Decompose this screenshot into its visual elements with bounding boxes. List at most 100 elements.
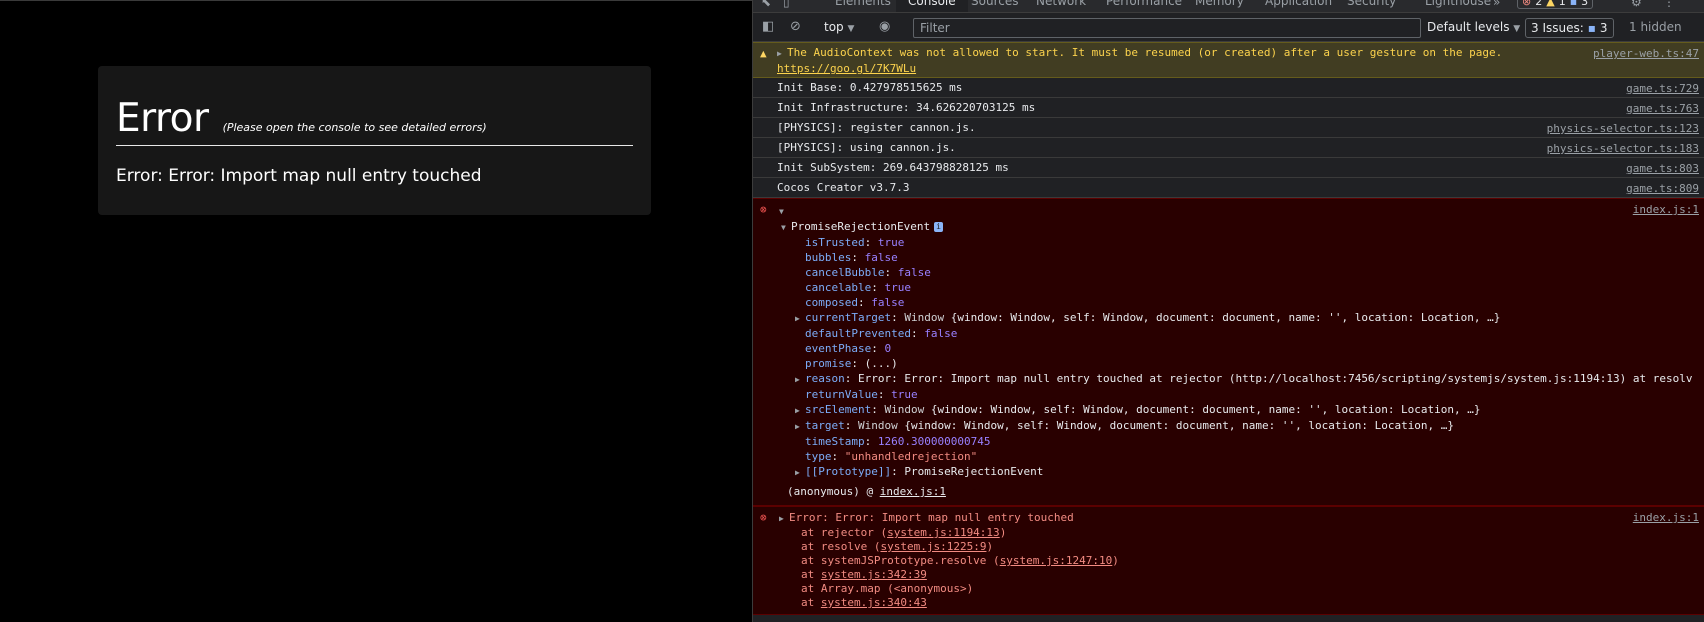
console-warning[interactable]: ▲ ▶ The AudioContext was not allowed to s…: [753, 42, 1704, 78]
prop-cancelBubble: cancelBubble: false: [805, 266, 931, 279]
anonymous-link[interactable]: index.js:1: [880, 485, 946, 498]
issues-button[interactable]: 3 Issues: ▪ 3: [1525, 18, 1614, 38]
tab-elements[interactable]: Elements: [835, 0, 891, 8]
warning-link[interactable]: https://goo.gl/7K7WLu: [777, 62, 916, 75]
issues-info-icon: ▪: [1587, 21, 1596, 35]
log-source[interactable]: game.ts:809: [1626, 181, 1699, 196]
tab-performance[interactable]: Performance: [1106, 0, 1182, 8]
info-count-icon: ▪: [1569, 0, 1578, 8]
inspect-icon[interactable]: ⬉: [761, 0, 771, 9]
context-select[interactable]: top ▼: [824, 20, 854, 34]
settings-icon[interactable]: ⚙: [1631, 0, 1642, 9]
console-log: [PHYSICS]: using cannon.js. physics-selec…: [753, 138, 1704, 158]
prop-eventPhase: eventPhase: 0: [805, 342, 892, 355]
console-log: Init Base: 0.427978515625 ms game.ts:729: [753, 78, 1704, 98]
log-source[interactable]: game.ts:803: [1626, 161, 1699, 176]
warning-count: 1: [1558, 0, 1566, 8]
log-source[interactable]: game.ts:729: [1626, 81, 1699, 96]
log-text: Init Infrastructure: 34.626220703125 ms: [777, 101, 1036, 114]
chevron-down-icon: ▼: [847, 24, 855, 34]
prop-target[interactable]: ▶ target: Window {window: Window, self: W…: [753, 418, 1605, 434]
tab-console[interactable]: Console: [896, 0, 968, 12]
prop-promise[interactable]: promise: (...): [753, 356, 1605, 371]
prop-type: type: "unhandledrejection": [805, 450, 978, 463]
prop-cancelable: cancelable: true: [805, 281, 911, 294]
more-options-icon[interactable]: ⋮: [1663, 0, 1675, 9]
device-toggle-icon[interactable]: ▯: [783, 0, 790, 9]
prop-timeStamp: timeStamp: 1260.300000000745: [805, 435, 991, 448]
rejection-collapse[interactable]: ▼: [753, 203, 1605, 219]
log-text: [PHYSICS]: register cannon.js.: [777, 121, 976, 134]
clear-console-icon[interactable]: ⊘: [790, 19, 801, 34]
tab-application[interactable]: Application: [1265, 0, 1332, 8]
warning-source[interactable]: player-web.ts:47: [1593, 46, 1699, 61]
console-log: Init Infrastructure: 34.626220703125 ms g…: [753, 98, 1704, 118]
log-text: Init SubSystem: 269.643798828125 ms: [777, 161, 1009, 174]
stack-frame: at resolve (system.js:1225:9): [801, 540, 994, 553]
hidden-messages-count: 1 hidden: [1629, 20, 1682, 34]
issues-label: 3 Issues:: [1531, 21, 1584, 35]
stack-link[interactable]: system.js:340:43: [821, 596, 927, 609]
warning-count-icon: ▲: [1546, 0, 1555, 8]
error-count-icon: ⊗: [1522, 0, 1532, 8]
info-badge-icon[interactable]: i: [934, 222, 943, 232]
stack-link[interactable]: system.js:342:39: [821, 568, 927, 581]
tab-sources[interactable]: Sources: [971, 0, 1018, 8]
console-error-stack: ⊗ index.js:1 ▶ Error: Error: Import map n…: [753, 506, 1704, 615]
expand-triangle-icon[interactable]: ▶: [777, 46, 787, 61]
error-count: 2: [1535, 0, 1543, 8]
error-message-row[interactable]: ▶ Error: Error: Import map null entry tou…: [753, 510, 1605, 526]
prop-reason[interactable]: ▶ reason: Error: Error: Import map null e…: [753, 371, 1692, 387]
stack-frame: at systemJSPrototype.resolve (system.js:…: [801, 554, 1119, 567]
stack-link[interactable]: system.js:1194:13: [887, 526, 1000, 539]
anonymous-callsite: (anonymous) @ index.js:1: [787, 485, 946, 498]
prop-srcElement[interactable]: ▶ srcElement: Window {window: Window, sel…: [753, 402, 1605, 418]
rejection-source[interactable]: index.js:1: [1633, 202, 1699, 217]
log-text: [PHYSICS]: using cannon.js.: [777, 141, 956, 154]
prop-currentTarget[interactable]: ▶ currentTarget: Window {window: Window, …: [753, 310, 1605, 326]
event-name: PromiseRejectionEvent: [791, 220, 931, 233]
filter-input[interactable]: [913, 18, 1421, 38]
prop-isTrusted: isTrusted: true: [805, 236, 905, 249]
error-heading: Error (Please open the console to see de…: [116, 96, 633, 146]
console-error-rejection: ⊗ index.js:1 ▼ ▼ PromiseRejectionEvent i i…: [753, 198, 1704, 506]
game-canvas: Error (Please open the console to see de…: [0, 0, 752, 622]
error-icon: ⊗: [760, 203, 767, 216]
issue-counters[interactable]: ⊗ 2 ▲ 1 ▪ 3: [1517, 0, 1594, 9]
more-tabs-icon[interactable]: »: [1493, 0, 1500, 9]
prop-defaultPrevented: defaultPrevented: false: [805, 327, 958, 340]
event-header[interactable]: ▼ PromiseRejectionEvent i: [753, 219, 1605, 235]
log-levels-select[interactable]: Default levels ▼: [1427, 20, 1520, 34]
stack-frame: at Array.map (<anonymous>): [801, 582, 974, 595]
info-count: 3: [1581, 0, 1589, 8]
console-log: [PHYSICS]: register cannon.js. physics-se…: [753, 118, 1704, 138]
tab-security[interactable]: Security: [1347, 0, 1396, 8]
error-text: Error: Error: Import map null entry touc…: [789, 511, 1074, 524]
log-text: Cocos Creator v3.7.3: [777, 181, 910, 194]
console-toolbar: ◧ ⊘ top ▼ ◉ Default levels ▼ 3 Issues: ▪…: [753, 14, 1704, 42]
tab-lighthouse[interactable]: Lighthouse: [1425, 0, 1491, 8]
expand-triangle-icon[interactable]: ▶: [779, 511, 789, 526]
error-title: Error: [116, 96, 209, 141]
prop-composed: composed: false: [805, 296, 905, 309]
log-source[interactable]: game.ts:763: [1626, 101, 1699, 116]
expand-triangle-icon[interactable]: ▼: [779, 204, 789, 219]
tab-memory[interactable]: Memory: [1195, 0, 1244, 8]
warning-content: ▶ The AudioContext was not allowed to sta…: [777, 46, 1502, 75]
stack-link[interactable]: system.js:1247:10: [1000, 554, 1113, 567]
stack-frame: at system.js:342:39: [801, 568, 927, 581]
error-source[interactable]: index.js:1: [1633, 510, 1699, 525]
log-source[interactable]: physics-selector.ts:183: [1547, 141, 1699, 156]
error-message: Error: Error: Import map null entry touc…: [116, 166, 482, 186]
issues-count: 3: [1599, 21, 1608, 35]
tab-network[interactable]: Network: [1036, 0, 1086, 8]
sidebar-toggle-icon[interactable]: ◧: [762, 19, 774, 34]
live-expression-eye-icon[interactable]: ◉: [879, 19, 890, 34]
console-log: Cocos Creator v3.7.3 game.ts:809: [753, 178, 1704, 198]
warning-icon: ▲: [760, 47, 767, 60]
prop-prototype[interactable]: ▶ [[Prototype]]: PromiseRejectionEvent: [753, 464, 1605, 480]
expand-triangle-icon[interactable]: ▼: [781, 220, 791, 235]
log-source[interactable]: physics-selector.ts:123: [1547, 121, 1699, 136]
prop-bubbles: bubbles: false: [805, 251, 898, 264]
stack-link[interactable]: system.js:1225:9: [880, 540, 986, 553]
